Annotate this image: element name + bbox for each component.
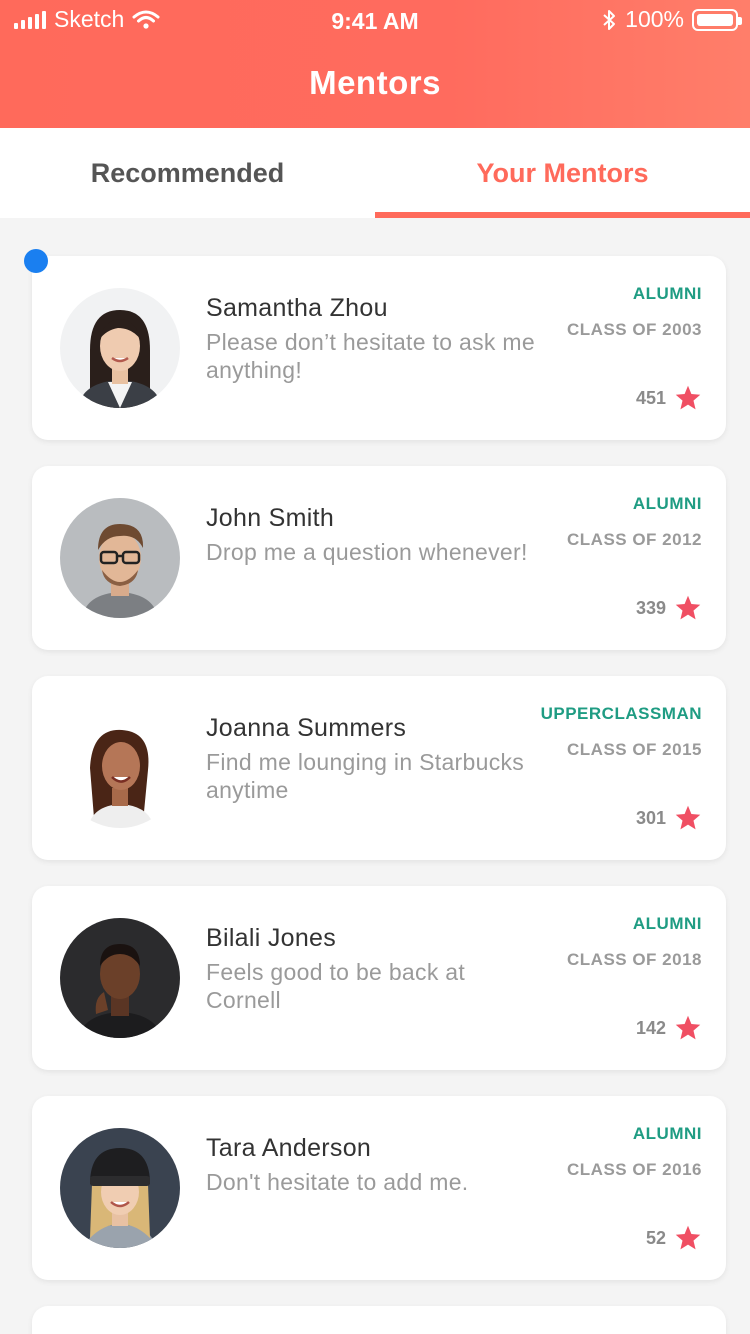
active-tab-indicator xyxy=(375,212,750,218)
mentor-role: UPPERCLASSMAN xyxy=(540,704,702,723)
tab-recommended[interactable]: Recommended xyxy=(0,128,375,218)
portrait-woman-icon xyxy=(60,708,180,828)
mentor-card-partial[interactable] xyxy=(32,1306,726,1334)
mentor-name: Tara Anderson xyxy=(206,1134,372,1162)
header: Sketch 9:41 AM 100% Mentors xyxy=(0,0,750,128)
mentor-card[interactable]: Bilali Jones Feels good to be back at Co… xyxy=(32,886,726,1070)
touch-indicator-dot xyxy=(24,249,48,273)
mentor-name: John Smith xyxy=(206,504,335,532)
portrait-man-glasses-icon xyxy=(60,498,180,618)
mentor-rating: 52 xyxy=(646,1224,702,1252)
mentor-rating: 301 xyxy=(636,804,702,832)
mentor-rating: 451 xyxy=(636,384,702,412)
mentor-class-year: CLASS OF 2018 xyxy=(567,950,702,969)
avatar[interactable] xyxy=(60,918,180,1038)
star-icon xyxy=(675,805,701,830)
battery-label: 100% xyxy=(625,6,684,32)
tab-your-mentors[interactable]: Your Mentors xyxy=(375,128,750,218)
mentor-bio: Find me lounging in Starbucks anytime xyxy=(206,749,525,803)
mentor-name: Joanna Summers xyxy=(206,714,407,742)
mentor-card[interactable]: Joanna Summers Find me lounging in Starb… xyxy=(32,676,726,860)
star-icon xyxy=(675,385,701,410)
portrait-woman-beanie-icon xyxy=(60,1128,180,1248)
avatar[interactable] xyxy=(60,708,180,828)
star-icon xyxy=(675,1225,701,1250)
mentor-card[interactable]: John Smith Drop me a question whenever! … xyxy=(32,466,726,650)
bluetooth-icon xyxy=(603,9,616,30)
rating-count: 339 xyxy=(635,597,666,618)
rating-count: 301 xyxy=(635,807,666,828)
status-bar: Sketch 9:41 AM 100% xyxy=(0,0,750,40)
rating-count: 52 xyxy=(645,1227,666,1248)
mentors-screen: Sketch 9:41 AM 100% Mentors Recommended … xyxy=(0,0,750,1334)
mentor-card[interactable]: Samantha Zhou Please don’t hesitate to a… xyxy=(32,256,726,440)
mentor-bio: Please don’t hesitate to ask me anything… xyxy=(206,329,535,383)
avatar[interactable] xyxy=(60,1128,180,1248)
rating-count: 142 xyxy=(635,1017,666,1038)
portrait-woman-icon xyxy=(60,288,180,408)
mentor-class-year: CLASS OF 2016 xyxy=(567,1160,702,1179)
mentor-class-year: CLASS OF 2012 xyxy=(567,530,702,549)
mentor-bio: Feels good to be back at Cornell xyxy=(206,959,466,1013)
mentor-card[interactable]: Tara Anderson Don't hesitate to add me. … xyxy=(32,1096,726,1280)
mentor-bio: Don't hesitate to add me. xyxy=(206,1169,469,1195)
mentor-role: ALUMNI xyxy=(632,914,702,933)
star-icon xyxy=(675,1015,701,1040)
mentor-class-year: CLASS OF 2003 xyxy=(567,320,702,339)
tab-bar: Recommended Your Mentors xyxy=(0,128,750,218)
mentor-rating: 142 xyxy=(636,1014,702,1042)
mentor-list: Samantha Zhou Please don’t hesitate to a… xyxy=(32,256,726,1334)
mentor-name: Bilali Jones xyxy=(206,924,337,952)
mentor-bio: Drop me a question whenever! xyxy=(206,539,528,565)
star-icon xyxy=(675,595,701,620)
page-title: Mentors xyxy=(309,64,441,101)
mentor-role: ALUMNI xyxy=(632,1124,702,1143)
portrait-man-icon xyxy=(60,918,180,1038)
mentor-role: ALUMNI xyxy=(632,494,702,513)
rating-count: 451 xyxy=(635,387,666,408)
mentor-rating: 339 xyxy=(636,594,702,622)
mentor-role: ALUMNI xyxy=(632,284,702,303)
status-right: 100% xyxy=(601,6,742,33)
mentor-name: Samantha Zhou xyxy=(206,294,388,322)
avatar[interactable] xyxy=(60,288,180,408)
mentor-class-year: CLASS OF 2015 xyxy=(567,740,702,759)
avatar[interactable] xyxy=(60,498,180,618)
battery-icon xyxy=(692,8,742,31)
